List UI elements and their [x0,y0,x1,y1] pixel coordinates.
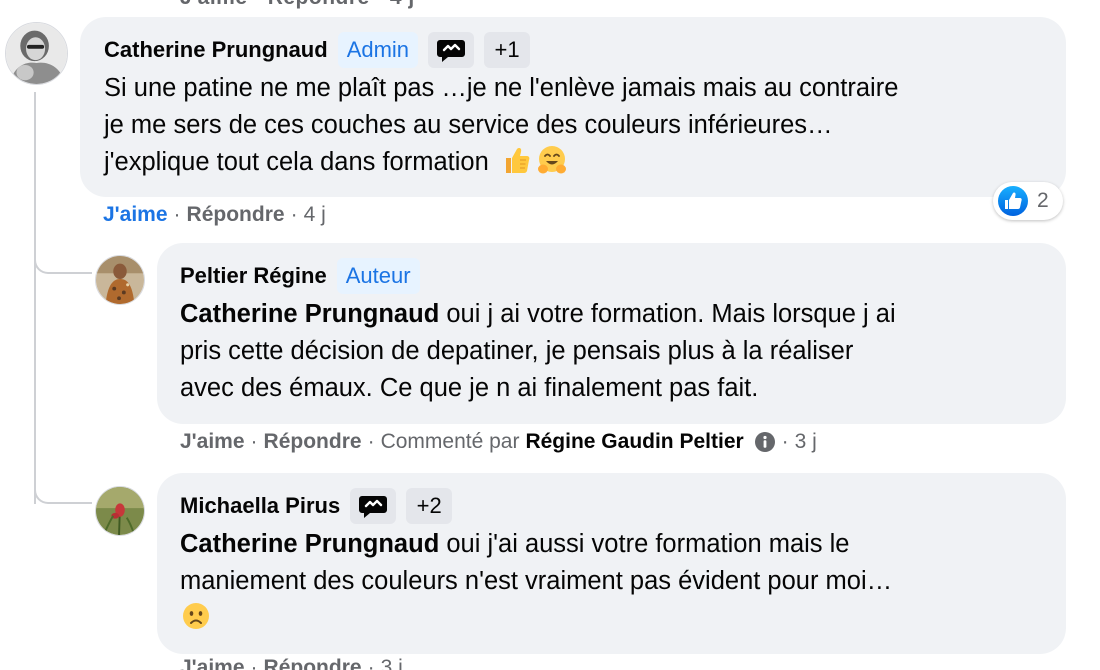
thread-connector [34,248,92,274]
thumbs-up-emoji [500,144,532,176]
avatar-photo [96,256,144,304]
avatar[interactable] [95,255,145,305]
separator: · [781,430,789,453]
comment-line: oui j ai votre formation. Mais lorsque j… [439,300,896,328]
comment-text: Catherine Prungnaud oui j'ai aussi votre… [180,526,1060,637]
hugging-face-emoji [536,144,568,176]
comment-bubble: Michaella Pirus +2 Catherine Prungnaud o… [157,473,1066,654]
separator: · [173,203,181,226]
like-reaction-icon [997,185,1029,217]
top-fan-badge[interactable] [428,32,475,68]
like-button[interactable]: J'aime [103,203,168,227]
comment-line: pris cette décision de depatiner, je pen… [180,337,854,365]
top-fan-icon [437,40,466,62]
reactions-summary[interactable]: 2 [993,182,1063,220]
comment-bubble: Peltier Régine Auteur Catherine Prungnau… [157,243,1066,424]
comment-actions: J'aime · Répondre · Commenté par Régine … [180,430,817,454]
thread-line [34,92,36,504]
avatar-photo [6,23,67,84]
comment-header: Peltier Régine Auteur [180,258,420,294]
reply-button[interactable]: Répondre [187,203,285,227]
mention-link[interactable]: Catherine Prungnaud [180,530,439,558]
comment-line: avec des émaux. Ce que je n ai finalemen… [180,374,759,402]
badge-count[interactable]: +1 [484,32,531,68]
info-icon[interactable] [754,431,776,453]
comment-bubble: Catherine Prungnaud Admin +1 Si une pati… [80,17,1066,197]
like-button[interactable]: J'aime [180,656,245,670]
comment-header: Michaella Pirus +2 [180,488,453,524]
avatar[interactable] [95,486,145,536]
comment-line: Si une patine ne me plaît pas …je ne l'e… [104,74,899,102]
comment-line-wrap: Catherine Prungnaud oui j'ai aussi votre… [180,526,1060,563]
previous-comment-actions: J'aime · Répondre · 4 j [180,0,415,10]
like-button[interactable]: J'aime [180,430,245,454]
commented-by-name[interactable]: Régine Gaudin Peltier [525,430,743,454]
commented-by-label: Commenté par [380,430,520,453]
separator: · [250,656,258,670]
comment-text: Catherine Prungnaud oui j ai votre forma… [180,296,1060,407]
author-badge[interactable]: Auteur [336,258,420,294]
comment-line-wrap: Catherine Prungnaud oui j ai votre forma… [180,296,1060,333]
comment-actions: J'aime · Répondre · 3 j [180,656,403,670]
mention-link[interactable]: Catherine Prungnaud [180,300,439,328]
author-name[interactable]: Michaella Pirus [180,493,340,519]
reply-button[interactable]: Répondre [264,656,362,670]
separator: · [367,656,375,670]
separator: · [290,203,298,226]
thread-connector [34,478,92,504]
comment-line: maniement des couleurs n'est vraiment pa… [180,567,893,595]
badge-count[interactable]: +2 [406,488,453,524]
comment-line: je me sers de ces couches au service des… [104,111,833,139]
timestamp[interactable]: 3 j [795,430,817,454]
top-fan-icon [359,496,388,518]
reaction-count: 2 [1037,189,1049,212]
separator: · [250,430,258,453]
separator: · [367,430,375,453]
comment-line-wrap: j'explique tout cela dans formation [104,144,1054,181]
timestamp[interactable]: 4 j [304,203,326,227]
comment-line: oui j'ai aussi votre formation mais le [439,530,850,558]
author-name[interactable]: Catherine Prungnaud [104,37,328,63]
comment-line-wrap [180,600,1060,637]
avatar-photo [96,487,144,535]
reply-button[interactable]: Répondre [264,430,362,454]
frowning-face-emoji [180,600,212,632]
comment-line: j'explique tout cela dans formation [104,148,489,176]
author-name[interactable]: Peltier Régine [180,263,327,289]
comment-actions: J'aime · Répondre · 4 j [103,203,326,227]
timestamp[interactable]: 3 j [381,656,403,670]
comment-text: Si une patine ne me plaît pas …je ne l'e… [104,70,1054,181]
admin-badge[interactable]: Admin [337,32,419,68]
comment-header: Catherine Prungnaud Admin +1 [104,32,531,68]
avatar[interactable] [5,22,68,85]
comment-thread: J'aime · Répondre · 4 j Catherine Prungn… [0,0,1100,670]
top-fan-badge[interactable] [350,488,397,524]
